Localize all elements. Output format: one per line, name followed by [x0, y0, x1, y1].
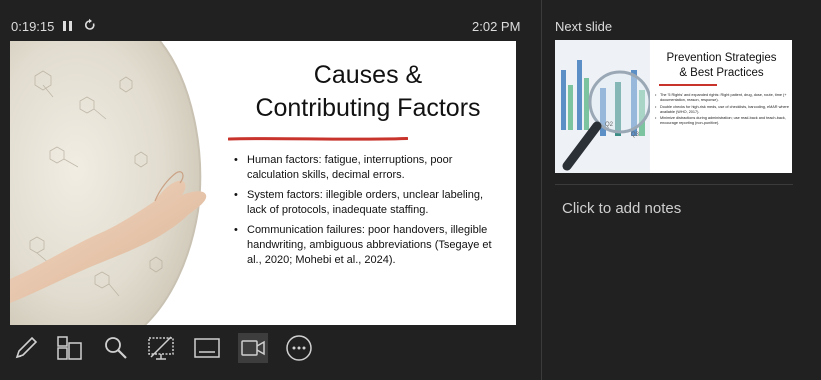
- restart-timer-icon[interactable]: [84, 18, 96, 32]
- notes-area[interactable]: Click to add notes: [562, 200, 681, 217]
- svg-text:Q3: Q3: [631, 132, 640, 138]
- next-slide-underline: [659, 84, 717, 86]
- current-time: 2:02 PM: [472, 19, 521, 34]
- bullet-item: Double checks for high-risk meds, use of…: [655, 105, 789, 115]
- elapsed-timer: 0:19:15: [11, 19, 55, 34]
- bullet-item: System factors: illegible orders, unclea…: [232, 188, 504, 218]
- presenter-top-bar: 0:19:15 2:02 PM: [0, 0, 540, 40]
- chart-magnifier-image: Q2 Q3: [555, 40, 650, 173]
- next-slide-bullet-list: The '5 Rights' and expanded rights: Righ…: [655, 93, 789, 128]
- bullet-item: The '5 Rights' and expanded rights: Righ…: [655, 93, 789, 103]
- current-slide[interactable]: Causes & Contributing Factors Human fact…: [10, 41, 516, 325]
- next-slide-thumbnail[interactable]: Q2 Q3 Prevention Strategies & Best Pract…: [555, 40, 792, 173]
- bullet-item: Communication failures: poor handovers, …: [232, 223, 504, 268]
- pen-tool-icon[interactable]: [10, 333, 40, 363]
- presenter-toolbar: [0, 328, 540, 380]
- pause-icon[interactable]: [63, 21, 73, 32]
- pane-divider[interactable]: [541, 0, 542, 380]
- camera-icon[interactable]: [238, 333, 268, 363]
- slide-sorter-icon[interactable]: [54, 333, 84, 363]
- more-options-icon[interactable]: [284, 333, 314, 363]
- slide-title: Causes & Contributing Factors: [255, 61, 481, 122]
- next-slide-title: Prevention Strategies & Best Practices: [666, 52, 777, 79]
- black-screen-icon[interactable]: [146, 333, 176, 363]
- next-slide-label: Next slide: [555, 19, 613, 34]
- svg-text:Q2: Q2: [605, 122, 614, 128]
- notes-divider: [555, 184, 793, 185]
- subtitles-icon[interactable]: [192, 333, 222, 363]
- zoom-icon[interactable]: [100, 333, 130, 363]
- title-underline: [228, 137, 408, 141]
- bullet-item: Human factors: fatigue, interruptions, p…: [232, 153, 504, 183]
- bullet-item: Minimize distractions during administrat…: [655, 116, 789, 126]
- slide-bullet-list: Human factors: fatigue, interruptions, p…: [232, 153, 504, 273]
